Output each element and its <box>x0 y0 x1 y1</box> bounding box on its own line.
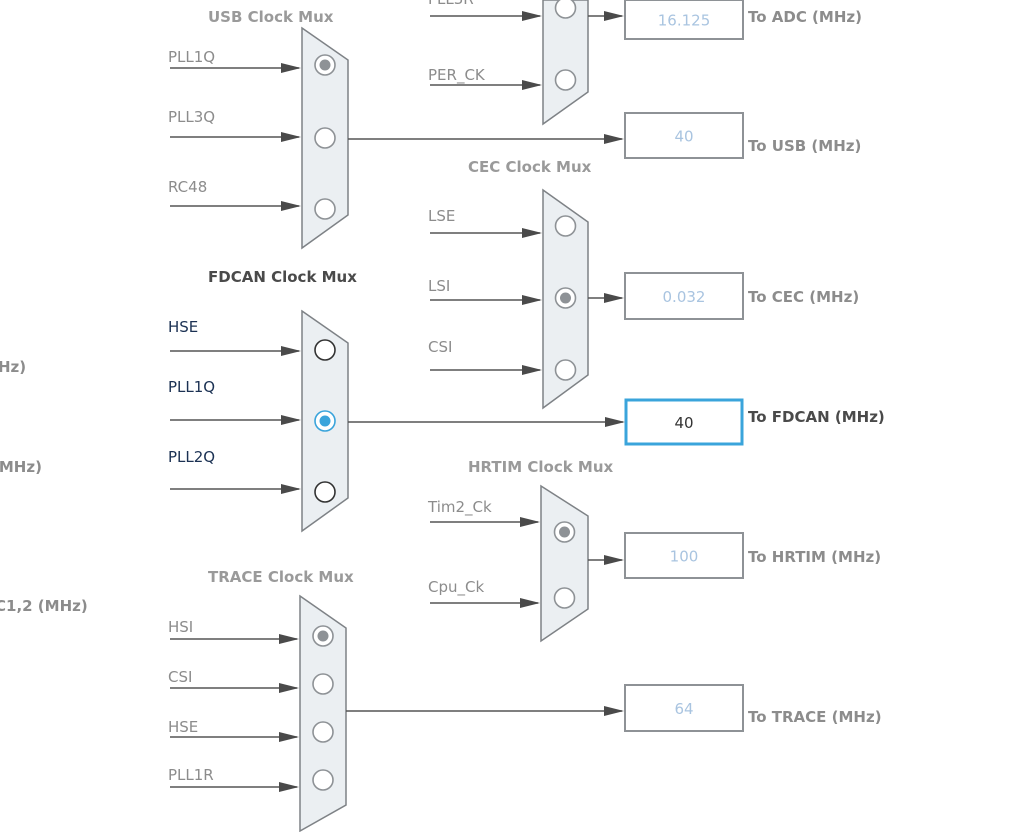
input-label-pll3r: PLL3R <box>428 0 474 8</box>
input-label-per_ck: PER_CK <box>428 66 486 85</box>
input-label-lse: LSE <box>428 207 455 225</box>
output-value: 64 <box>674 700 693 718</box>
cut-output-label: (MHz) <box>0 458 42 476</box>
output-value-field-adc[interactable]: 16.125 <box>624 0 744 40</box>
radio-rc48[interactable] <box>314 198 336 220</box>
input-label-csi: CSI <box>428 338 452 356</box>
input-label-hse: HSE <box>168 318 198 336</box>
radio-hsi[interactable] <box>312 625 334 647</box>
mux-usb: USB Clock Mux PLL1Q PLL3Q RC48 40 To USB (MHz… <box>168 8 861 250</box>
radio-csi[interactable] <box>554 359 577 381</box>
radio-pll1r[interactable] <box>312 769 334 791</box>
radio-hse[interactable] <box>314 339 336 361</box>
input-label-csi: CSI <box>168 668 192 686</box>
input-label-pll1r: PLL1R <box>168 766 214 784</box>
output-label: To FDCAN (MHz) <box>748 408 885 426</box>
output-value: 40 <box>674 414 693 432</box>
mux-adc: PLL3R PER_CK 16.125 To ADC (MHz) <box>428 0 862 126</box>
mux-title: FDCAN Clock Mux <box>208 268 357 286</box>
input-label-pll1q: PLL1Q <box>168 48 215 66</box>
output-value-field-trace[interactable]: 64 <box>624 684 744 732</box>
mux-body <box>540 484 589 643</box>
output-label: To HRTIM (MHz) <box>748 548 881 566</box>
mux-trace: TRACE Clock Mux HSI CSI HSE PLL1R 64 To TRACE … <box>168 568 882 832</box>
radio-pll2q[interactable] <box>314 481 336 503</box>
radio-per_ck[interactable] <box>554 69 577 91</box>
output-value: 0.032 <box>663 288 706 306</box>
output-label: To USB (MHz) <box>748 137 861 155</box>
output-label: To TRACE (MHz) <box>748 708 882 726</box>
mux-title: TRACE Clock Mux <box>208 568 354 586</box>
radio-csi[interactable] <box>312 673 334 695</box>
radio-lsi[interactable] <box>554 287 577 309</box>
mux-cec: CEC Clock Mux LSE LSI CSI 0.032 To CEC (MHz) <box>428 158 859 410</box>
input-label-pll3q: PLL3Q <box>168 108 215 126</box>
cut-output-label: Hz) <box>0 358 26 376</box>
cut-output-label: C1,2 (MHz) <box>0 597 88 615</box>
input-label-lsi: LSI <box>428 277 450 295</box>
input-label-rc48: RC48 <box>168 178 207 196</box>
input-label-tim2_ck: Tim2_Ck <box>427 498 492 517</box>
input-label-pll2q: PLL2Q <box>168 448 215 466</box>
output-label: To CEC (MHz) <box>748 288 859 306</box>
mux-fdcan: FDCAN Clock Mux HSE PLL1Q PLL2Q 40 To FDCAN (… <box>168 268 885 533</box>
mux-title: HRTIM Clock Mux <box>468 458 614 476</box>
mux-title: USB Clock Mux <box>208 8 334 26</box>
input-label-pll1q: PLL1Q <box>168 378 215 396</box>
input-label-cpu_ck: Cpu_Ck <box>428 578 484 597</box>
input-label-hse: HSE <box>168 718 198 736</box>
radio-pll1q[interactable] <box>314 410 336 432</box>
output-value: 100 <box>670 548 699 566</box>
radio-pll3q[interactable] <box>314 127 336 149</box>
input-label-hsi: HSI <box>168 618 193 636</box>
mux-hrtim: HRTIM Clock Mux Tim2_Ck Cpu_Ck 100 To HRTIM … <box>427 458 881 643</box>
output-value-field-cec[interactable]: 0.032 <box>624 272 744 320</box>
radio-cpu_ck[interactable] <box>553 587 576 609</box>
output-value-field-hrtim[interactable]: 100 <box>624 532 744 579</box>
mux-title: CEC Clock Mux <box>468 158 592 176</box>
radio-hse[interactable] <box>312 721 334 743</box>
output-value-field-usb[interactable]: 40 <box>624 112 744 159</box>
output-value-field-fdcan[interactable]: 40 <box>624 398 744 446</box>
output-label: To ADC (MHz) <box>748 8 862 26</box>
radio-pll1q[interactable] <box>314 54 336 76</box>
radio-lse[interactable] <box>554 215 577 237</box>
radio-tim2_ck[interactable] <box>553 521 576 543</box>
clock-diagram: Hz) (MHz) C1,2 (MHz) PLL3R PER_CK 16.125 To… <box>0 0 885 832</box>
output-value: 16.125 <box>658 12 711 30</box>
radio-pll3r[interactable] <box>554 0 577 19</box>
output-value: 40 <box>674 128 693 146</box>
